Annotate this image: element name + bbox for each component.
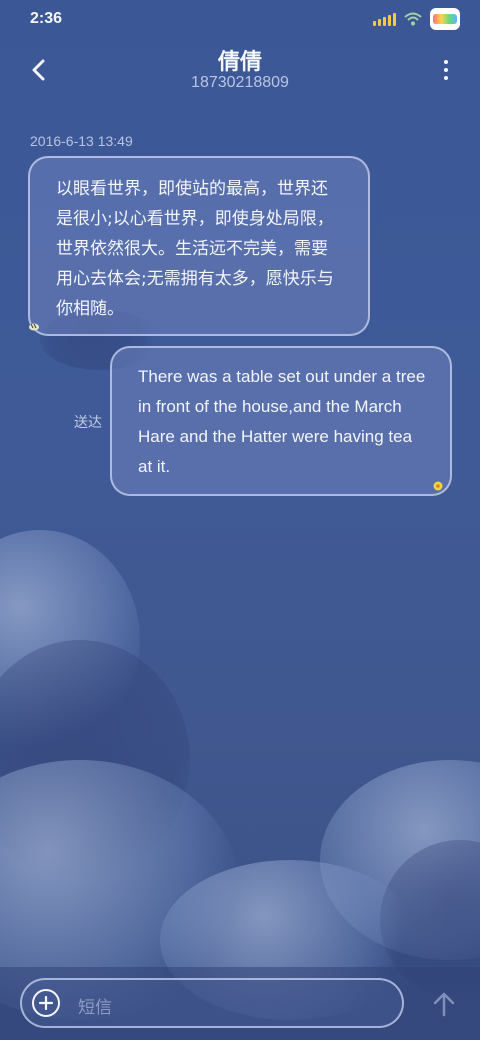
composer-bar: 短信 [0,967,480,1040]
message-input-placeholder: 短信 [78,998,112,1018]
signal-icon [373,12,396,26]
message-input[interactable]: 短信 [20,978,404,1028]
contact-number: 18730218809 [191,74,289,91]
plus-icon [39,996,53,1010]
contact-name: 倩倩 [217,50,262,75]
incoming-message-bubble[interactable]: 以眼看世界，即使站的最高，世界还是很小;以心看世界，即使身处局限，世界依然很大。… [28,156,370,336]
status-bar: 2:36 [0,0,480,40]
more-vertical-icon [444,60,448,64]
status-icons [373,8,460,30]
add-attachment-button[interactable] [32,989,60,1017]
flower-icon [433,481,443,491]
message-timestamp: 2016-6-13 13:49 [30,133,133,149]
message-text: There was a table set out under a tree i… [138,367,426,476]
message-text: 以眼看世界，即使站的最高，世界还是很小;以心看世界，即使身处局限，世界依然很大。… [56,179,334,319]
battery-icon [430,8,460,30]
up-arrow-icon [433,992,455,1017]
conversation-header: 倩倩 18730218809 [0,40,480,110]
more-options-button[interactable] [436,54,456,86]
send-button[interactable] [432,991,456,1017]
bee-icon [29,323,39,331]
message-status: 送达 [74,415,102,431]
outgoing-message-bubble[interactable]: There was a table set out under a tree i… [110,346,452,496]
status-time: 2:36 [30,10,63,27]
wifi-icon [404,12,422,26]
